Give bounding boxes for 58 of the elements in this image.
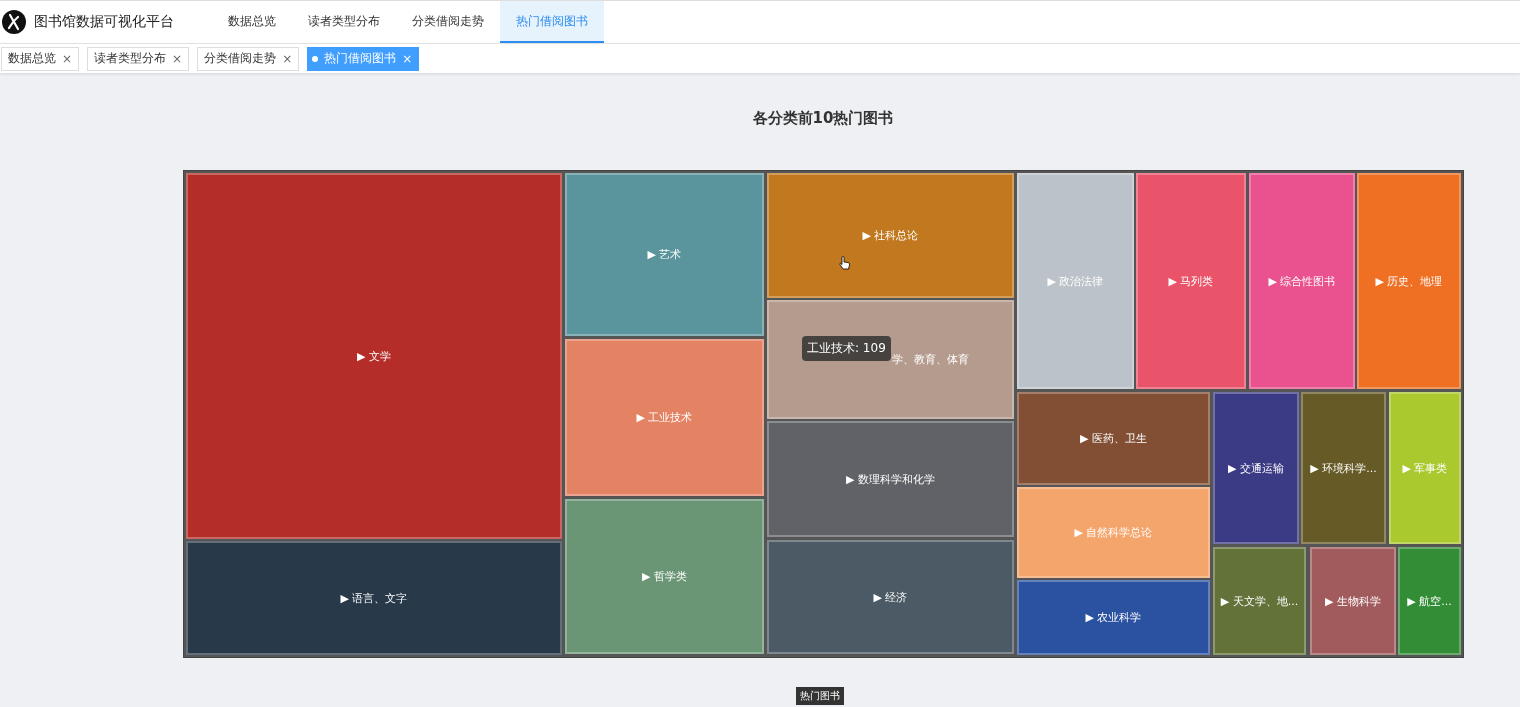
close-icon[interactable]: × [62, 51, 73, 66]
tile-label: ▶ 自然科学总论 [1074, 525, 1153, 540]
treemap-tile[interactable]: ▶ 社科总论 [767, 173, 1014, 298]
tile-label: ▶ 艺术 [647, 247, 682, 262]
treemap-tile[interactable]: ▶ 综合性图书 [1249, 173, 1355, 389]
treemap-tile[interactable]: ▶ 哲学类 [565, 499, 764, 654]
app-title: 图书馆数据可视化平台 [34, 13, 174, 31]
tile-label: ▶ 天文学、地... [1220, 593, 1299, 609]
treemap-tile[interactable]: ▶ 交通运输 [1213, 392, 1299, 544]
treemap-tile[interactable]: ▶ 生物科学 [1310, 547, 1396, 655]
tile-label: 学、教育、体育 [891, 352, 969, 367]
tile-label: ▶ 马列类 [1168, 273, 1214, 289]
hand-cursor-icon [839, 256, 851, 270]
tile-label: ▶ 历史、地理 [1375, 273, 1443, 289]
tile-label: ▶ 语言、文字 [340, 590, 408, 606]
tile-label: ▶ 航空... [1407, 593, 1452, 609]
tile-label: ▶ 军事类 [1402, 460, 1448, 476]
close-icon[interactable]: × [282, 51, 293, 66]
tile-label: ▶ 社科总论 [862, 228, 919, 243]
treemap-tile[interactable]: ▶ 语言、文字 [186, 541, 562, 655]
tile-label: ▶ 医药、卫生 [1080, 431, 1147, 446]
tile-label: ▶ 经济 [873, 589, 908, 605]
tag-label: 热门借阅图书 [324, 50, 397, 67]
nav-tab[interactable]: 数据总览 [212, 1, 292, 43]
nav-tab[interactable]: 分类借阅走势 [396, 1, 500, 43]
treemap-tile[interactable]: ▶ 艺术 [565, 173, 764, 336]
tile-label: ▶ 交通运输 [1228, 460, 1284, 476]
tag-label: 分类借阅走势 [204, 50, 277, 67]
tile-label: ▶ 工业技术 [636, 410, 693, 425]
tile-label: ▶ 哲学类 [642, 569, 687, 584]
close-icon[interactable]: × [172, 51, 183, 66]
page-tag[interactable]: 数据总览 × [1, 46, 80, 71]
tag-label: 读者类型分布 [94, 50, 167, 67]
treemap-tile[interactable]: ▶ 文学 [186, 173, 562, 539]
tile-label: ▶ 生物科学 [1325, 593, 1381, 609]
breadcrumb-label: 热门图书 [796, 687, 844, 705]
treemap-tile[interactable]: ▶ 数理科学和化学 [767, 421, 1014, 537]
nav-tab[interactable]: 热门借阅图书 [500, 1, 604, 43]
treemap-tile[interactable]: ▶ 马列类 [1136, 173, 1246, 389]
tooltip: 工业技术: 109 [802, 336, 891, 361]
tag-label: 数据总览 [8, 50, 56, 67]
page-tag[interactable]: 读者类型分布 × [87, 46, 190, 71]
treemap-tile[interactable]: ▶ 经济 [767, 540, 1014, 654]
treemap-tile[interactable]: ▶ 航空... [1398, 547, 1461, 655]
tile-label: ▶ 数理科学和化学 [846, 471, 935, 487]
chart-title: 各分类前10热门图书 [751, 108, 895, 129]
treemap-tile[interactable]: ▶ 农业科学 [1017, 580, 1210, 655]
tile-label: ▶ 综合性图书 [1268, 273, 1336, 289]
active-dot-icon [312, 55, 319, 62]
tile-label: ▶ 文学 [357, 348, 391, 364]
tile-label: ▶ 环境科学... [1310, 460, 1377, 476]
treemap-tile[interactable]: ▶ 医药、卫生 [1017, 392, 1210, 485]
page-tag[interactable]: 分类借阅走势 × [197, 46, 300, 71]
treemap-tile[interactable]: ▶ 环境科学... [1301, 392, 1386, 544]
tile-label: ▶ 政治法律 [1047, 273, 1104, 289]
tile-label: ▶ 农业科学 [1085, 610, 1142, 625]
treemap-tile[interactable]: ▶ 天文学、地... [1213, 547, 1306, 655]
nav-tab[interactable]: 读者类型分布 [292, 1, 396, 43]
